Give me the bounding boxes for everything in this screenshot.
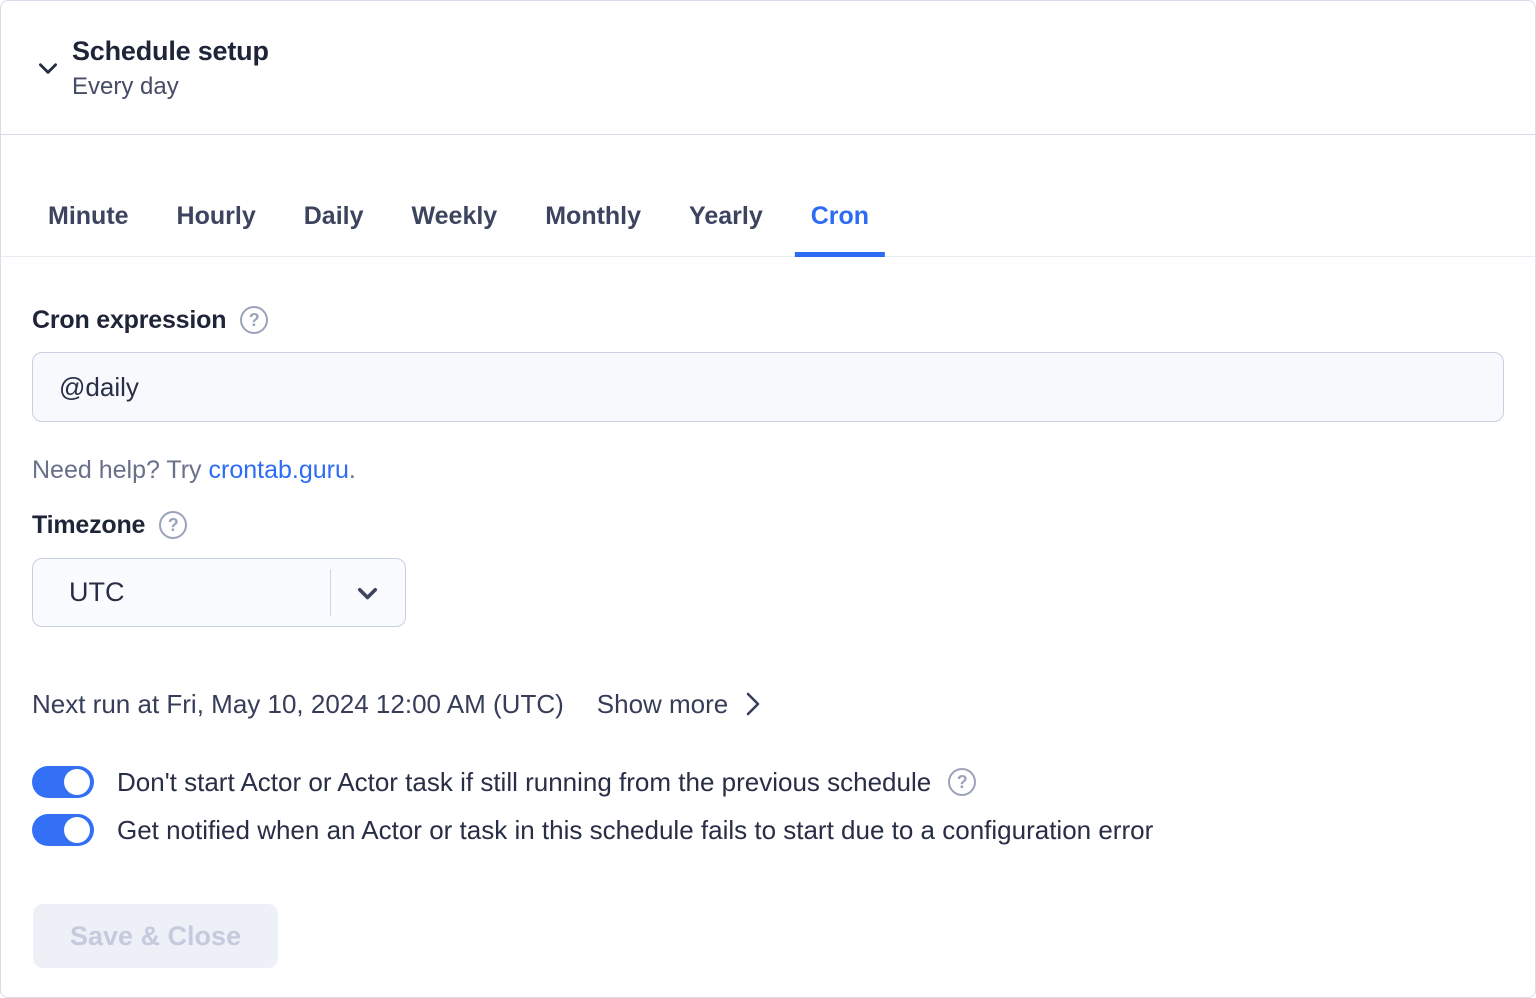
question-circle-icon[interactable]: ? bbox=[240, 306, 268, 334]
help-text-suffix: . bbox=[349, 456, 356, 484]
question-circle-icon[interactable]: ? bbox=[159, 511, 187, 539]
tab-minute[interactable]: Minute bbox=[48, 201, 129, 256]
timezone-select[interactable]: UTC bbox=[32, 558, 406, 627]
question-circle-icon[interactable]: ? bbox=[948, 768, 976, 796]
cron-tab-panel: Cron expression ? Need help? Try crontab… bbox=[1, 305, 1535, 968]
tab-monthly[interactable]: Monthly bbox=[545, 201, 641, 256]
timezone-label: Timezone bbox=[32, 510, 145, 540]
page-title: Schedule setup bbox=[72, 35, 269, 67]
toggle-knob bbox=[64, 769, 90, 795]
toggle-knob bbox=[64, 817, 90, 843]
save-close-button[interactable]: Save & Close bbox=[33, 904, 278, 968]
tab-cron[interactable]: Cron bbox=[811, 201, 869, 256]
notify-toggle-label: Get notified when an Actor or task in th… bbox=[117, 814, 1153, 846]
schedule-type-tabs: Minute Hourly Daily Weekly Monthly Yearl… bbox=[1, 135, 1535, 257]
select-divider bbox=[330, 569, 331, 616]
help-text-prefix: Need help? Try bbox=[32, 456, 209, 484]
chevron-right-icon bbox=[743, 690, 763, 718]
dont-start-toggle-label: Don't start Actor or Actor task if still… bbox=[117, 766, 931, 798]
toggle-row-dont-start: Don't start Actor or Actor task if still… bbox=[32, 758, 1504, 806]
tab-yearly[interactable]: Yearly bbox=[689, 201, 763, 256]
next-run-row: Next run at Fri, May 10, 2024 12:00 AM (… bbox=[32, 688, 1504, 720]
show-more-button[interactable]: Show more bbox=[597, 689, 764, 720]
chevron-down-icon bbox=[352, 577, 383, 608]
toggle-row-notify: Get notified when an Actor or task in th… bbox=[32, 806, 1504, 854]
show-more-label: Show more bbox=[597, 689, 729, 720]
timezone-label-row: Timezone ? bbox=[32, 510, 1504, 540]
schedule-options: Don't start Actor or Actor task if still… bbox=[32, 758, 1504, 854]
cron-expression-input[interactable] bbox=[32, 352, 1504, 422]
tab-daily[interactable]: Daily bbox=[304, 201, 364, 256]
cron-expression-label-row: Cron expression ? bbox=[32, 305, 1504, 335]
next-run-text: Next run at Fri, May 10, 2024 12:00 AM (… bbox=[32, 688, 564, 720]
chevron-down-icon bbox=[35, 55, 61, 81]
cron-expression-label: Cron expression bbox=[32, 305, 226, 335]
dont-start-toggle[interactable] bbox=[32, 766, 94, 798]
schedule-summary: Every day bbox=[72, 72, 269, 101]
crontab-guru-link[interactable]: crontab.guru bbox=[209, 456, 349, 484]
tab-hourly[interactable]: Hourly bbox=[177, 201, 256, 256]
schedule-setup-header: Schedule setup Every day bbox=[1, 1, 1535, 135]
collapse-section-button[interactable]: Schedule setup Every day bbox=[35, 35, 269, 101]
notify-toggle[interactable] bbox=[32, 814, 94, 846]
timezone-selected-value: UTC bbox=[69, 577, 125, 608]
tab-weekly[interactable]: Weekly bbox=[412, 201, 498, 256]
cron-help-text: Need help? Try crontab.guru. bbox=[32, 455, 1504, 485]
